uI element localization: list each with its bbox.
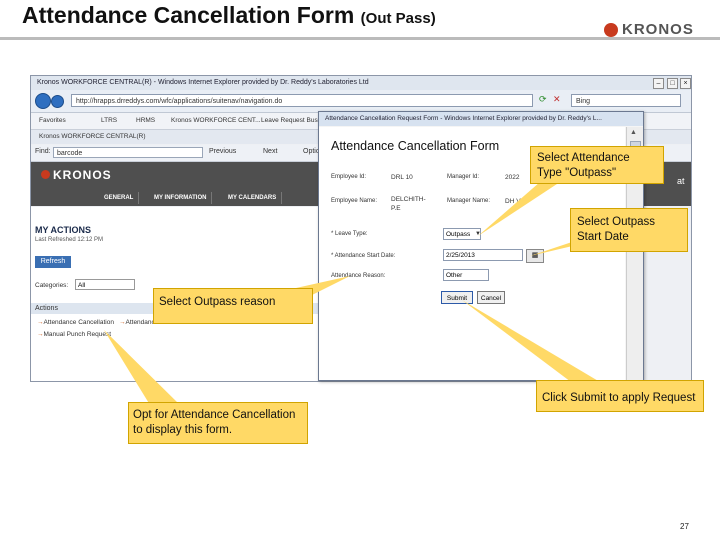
callout-submit: Click Submit to apply Request — [536, 380, 704, 412]
callout-start-date: Select Outpass Start Date — [570, 208, 688, 252]
opt-callout-pointer — [104, 330, 180, 405]
type-callout-pointer — [478, 182, 560, 236]
callout-pointers — [104, 182, 605, 405]
callout-opt: Opt for Attendance Cancellation to displ… — [128, 402, 308, 444]
callout-reason: Select Outpass reason — [153, 288, 313, 324]
page-number: 27 — [680, 522, 689, 531]
callout-select-type: Select Attendance Type "Outpass" — [530, 146, 664, 184]
submit-callout-pointer — [462, 300, 605, 385]
